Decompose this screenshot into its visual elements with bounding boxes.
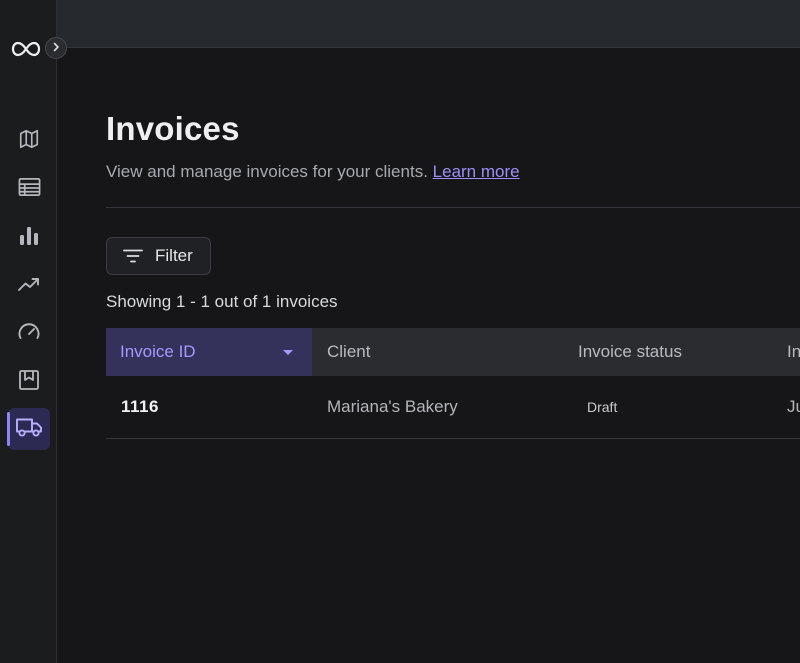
- sidebar-item-trends[interactable]: [8, 265, 50, 307]
- truncated-cell: Ju: [787, 397, 800, 416]
- map-icon: [18, 128, 40, 155]
- sort-caret-down-icon: [283, 350, 293, 355]
- client-cell: Mariana's Bakery: [327, 397, 458, 416]
- column-header-label: Invoice status: [578, 342, 682, 361]
- sidebar-item-table[interactable]: [8, 168, 50, 210]
- results-count: Showing 1 - 1 out of 1 invoices: [106, 292, 338, 311]
- app-window: Invoices View and manage invoices for yo…: [0, 0, 800, 663]
- learn-more-link[interactable]: Learn more: [433, 162, 520, 181]
- top-bar: [57, 0, 800, 48]
- chevron-right-icon: [51, 39, 61, 57]
- invoices-table: Invoice ID Client Invoice status In 1116…: [106, 328, 800, 439]
- column-header-label: Invoice ID: [120, 342, 196, 361]
- bar-chart-icon: [19, 224, 39, 251]
- bookmark-icon: [18, 369, 40, 396]
- column-header-label: In: [787, 342, 800, 361]
- table-header: Invoice ID Client Invoice status In: [106, 328, 800, 376]
- column-header-truncated[interactable]: In: [773, 328, 800, 376]
- subtitle-text: View and manage invoices for your client…: [106, 162, 428, 181]
- sidebar-item-map[interactable]: [8, 120, 50, 162]
- status-cell: Draft: [563, 376, 773, 438]
- sidebar-item-deliveries[interactable]: [7, 408, 50, 450]
- sidebar: [0, 0, 57, 663]
- column-header-invoice-status[interactable]: Invoice status: [563, 328, 773, 376]
- filter-icon: [123, 248, 143, 264]
- column-header-invoice-id[interactable]: Invoice ID: [106, 328, 312, 376]
- column-header-client[interactable]: Client: [312, 328, 563, 376]
- table-row[interactable]: 1116 Mariana's Bakery Draft Ju: [106, 376, 800, 439]
- status-badge: Draft: [587, 399, 618, 415]
- main-content: Invoices View and manage invoices for yo…: [57, 48, 800, 663]
- sidebar-item-performance[interactable]: [8, 313, 50, 355]
- speedometer-icon: [17, 321, 41, 348]
- filter-button[interactable]: Filter: [106, 237, 211, 275]
- sidebar-item-analytics[interactable]: [8, 216, 50, 258]
- invoice-id-cell: 1116: [121, 397, 159, 416]
- page-subtitle: View and manage invoices for your client…: [106, 162, 520, 182]
- table-icon: [18, 177, 41, 202]
- infinity-logo-icon[interactable]: [10, 38, 46, 60]
- sidebar-expand-button[interactable]: [45, 37, 67, 59]
- sidebar-item-saved[interactable]: [8, 361, 50, 403]
- truck-icon: [15, 416, 43, 443]
- trend-line-icon: [17, 274, 41, 299]
- divider: [106, 207, 800, 208]
- page-title: Invoices: [106, 110, 240, 147]
- filter-button-label: Filter: [155, 246, 193, 265]
- column-header-label: Client: [327, 342, 371, 361]
